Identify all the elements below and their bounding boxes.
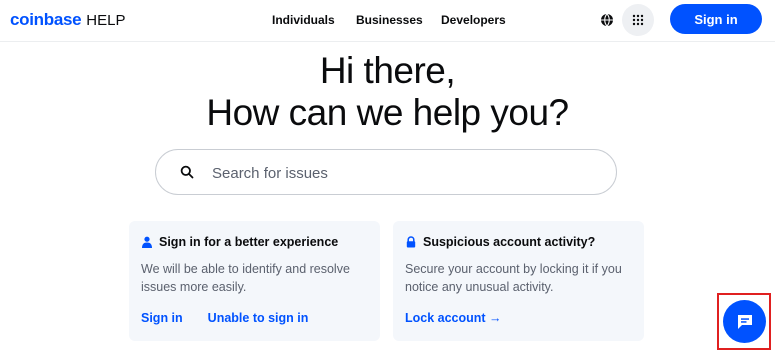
search-bar[interactable] <box>155 149 617 195</box>
suspicious-activity-card: Suspicious account activity? Secure your… <box>393 221 644 341</box>
sign-in-card-body: We will be able to identify and resolve … <box>141 262 350 294</box>
sign-in-card: Sign in for a better experience We will … <box>129 221 380 341</box>
hero-line-1: Hi there, <box>319 50 456 91</box>
app-switcher-button[interactable] <box>622 4 654 36</box>
logo-wordmark: coinbase <box>10 10 82 29</box>
lock-account-link[interactable]: Lock account → <box>405 311 502 325</box>
unable-to-sign-in-link[interactable]: Unable to sign in <box>208 311 309 325</box>
globe-icon <box>601 13 613 27</box>
suspicious-activity-card-body: Secure your account by locking it if you… <box>405 262 622 294</box>
search-icon <box>180 165 194 179</box>
top-header: coinbase HELP Individuals Businesses Dev… <box>0 0 775 42</box>
person-icon <box>141 236 153 248</box>
search-input[interactable] <box>212 162 592 184</box>
language-globe-button[interactable] <box>598 11 616 29</box>
coinbase-help-logo[interactable]: coinbase HELP <box>10 10 125 30</box>
header-sign-in-button[interactable]: Sign in <box>670 4 762 34</box>
logo-help-label: HELP <box>86 12 126 29</box>
hero-heading: Hi there, How can we help you? <box>0 50 775 134</box>
card-sign-in-link[interactable]: Sign in <box>141 311 183 325</box>
nav-developers[interactable]: Developers <box>441 13 506 27</box>
suspicious-activity-card-title: Suspicious account activity? <box>423 235 596 249</box>
sign-in-card-title: Sign in for a better experience <box>159 235 339 249</box>
nav-individuals[interactable]: Individuals <box>272 13 335 27</box>
hero-line-2: How can we help you? <box>206 92 569 133</box>
chat-support-button[interactable] <box>723 300 766 343</box>
chat-bubble-icon <box>737 314 752 329</box>
lock-icon <box>405 236 417 248</box>
grid-icon <box>632 14 644 26</box>
nav-businesses[interactable]: Businesses <box>356 13 423 27</box>
